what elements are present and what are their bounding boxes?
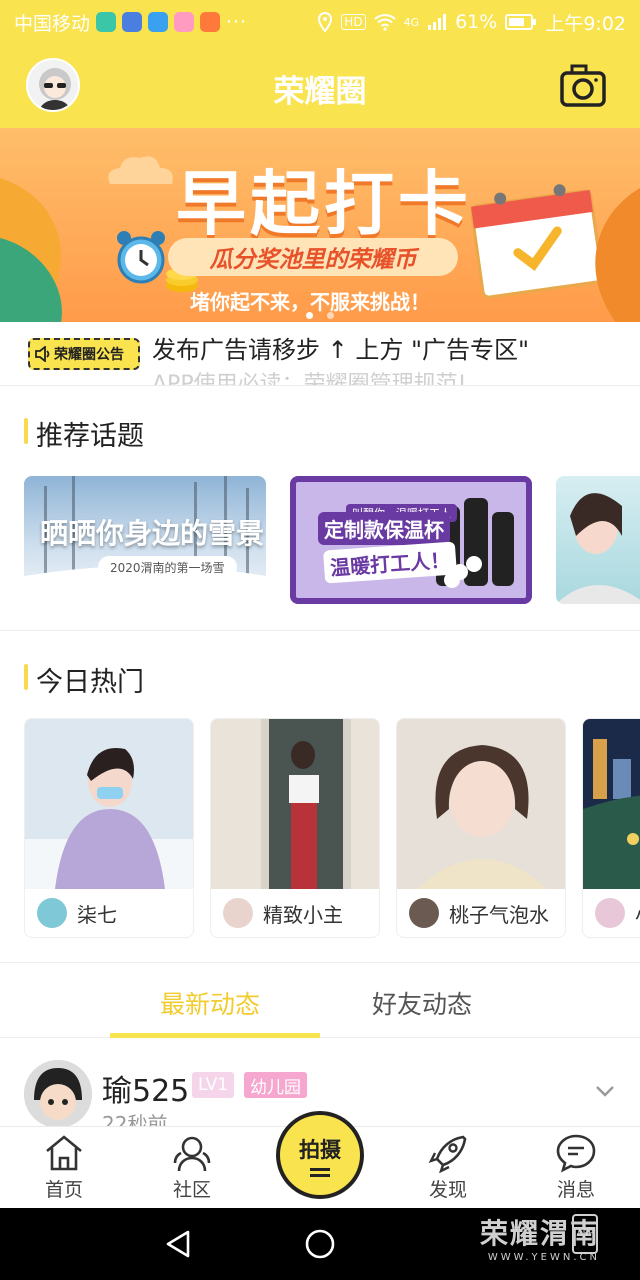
photo-night-city-icon	[583, 719, 640, 889]
topic-card[interactable]: 晒晒你身边的雪景 2020渭南的第一场雪	[24, 476, 266, 604]
hot-card[interactable]: 精致小主	[210, 718, 380, 938]
wifi-icon	[373, 14, 396, 31]
music-notification-icon	[174, 12, 195, 32]
leaf-decoration-icon	[0, 178, 62, 322]
app-notification-icon	[96, 12, 117, 32]
hot-user-avatar	[595, 898, 625, 928]
banner-title: 早起打卡	[176, 163, 472, 245]
banner-subtitle: 瓜分奖池里的荣耀币	[168, 238, 458, 276]
topic-carousel[interactable]: 晒晒你身边的雪景 2020渭南的第一场雪 叫醒你，温暖打工人 定制款保温杯 温暖…	[24, 476, 640, 606]
hot-card[interactable]: 柒七	[24, 718, 194, 938]
hot-card[interactable]: 桃子气泡水	[396, 718, 566, 938]
hot-photo	[25, 719, 193, 889]
rank-badge: 幼儿园	[244, 1072, 307, 1098]
hot-card[interactable]: 小	[582, 718, 640, 938]
page-title: 荣耀圈	[273, 74, 367, 110]
nav-discover-label: 发现	[428, 1179, 467, 1201]
nav-discover[interactable]: 发现	[398, 1127, 498, 1209]
notice-badge-label: 荣耀圈公告	[54, 347, 124, 363]
rocket-icon	[428, 1135, 467, 1174]
nav-home-label: 首页	[44, 1179, 83, 1201]
notice-text: 发布广告请移步 ↑ 上方 "广告专区"	[152, 336, 530, 364]
topic-tag: 2020渭南的第一场雪	[98, 556, 237, 578]
leaf-decoration-icon	[595, 188, 640, 322]
photo-winter-girl-icon	[25, 719, 193, 889]
avatar-cartoon-icon	[24, 1060, 92, 1128]
notice-badge: 荣耀圈公告	[28, 338, 140, 370]
watermark-app-label: APP	[576, 1229, 594, 1239]
signal-icon	[428, 14, 447, 30]
pagination-dot	[326, 312, 334, 319]
camera-button[interactable]	[560, 64, 606, 108]
system-navigation-bar: 荣耀渭南 WWW.YEWN.CN APP	[0, 1208, 640, 1280]
post-author-avatar[interactable]	[24, 1060, 92, 1128]
notice-next-text: APP使用必读：荣耀圈管理规范!	[152, 372, 467, 386]
hot-user-name: 精致小主	[263, 902, 343, 927]
carrier-label: 中国移动	[14, 12, 91, 35]
tab-latest[interactable]: 最新动态	[160, 985, 260, 1021]
hot-user-avatar	[409, 898, 439, 928]
topic-card[interactable]	[556, 476, 640, 604]
app-notification-icon	[122, 12, 143, 32]
hot-user-name: 小	[635, 899, 640, 928]
home-icon	[46, 1135, 82, 1171]
portrait-photo-icon	[556, 493, 640, 604]
shoot-button[interactable]: 拍摄	[276, 1111, 364, 1199]
home-circle-icon[interactable]	[304, 1228, 336, 1260]
tab-friends[interactable]: 好友动态	[372, 985, 472, 1021]
post-author-name[interactable]: 瑜525	[102, 1066, 189, 1110]
more-notifications-icon: ···	[226, 11, 248, 33]
notice-bar[interactable]: 荣耀圈公告 发布广告请移步 ↑ 上方 "广告专区" APP使用必读：荣耀圈管理规…	[0, 322, 640, 386]
speaker-icon	[35, 346, 50, 362]
back-icon[interactable]	[162, 1228, 194, 1260]
battery-percent: 61%	[455, 11, 498, 33]
hot-photo	[397, 719, 565, 889]
hot-user-avatar	[223, 898, 253, 928]
nav-home[interactable]: 首页	[14, 1127, 114, 1209]
battery-icon	[505, 14, 537, 30]
section-title-topics: 推荐话题	[24, 414, 144, 453]
camera-icon	[560, 64, 606, 107]
clock: 上午9:02	[545, 12, 626, 35]
hot-user-avatar	[37, 898, 67, 928]
app-notification-icon	[148, 12, 169, 32]
shoot-lines-icon	[310, 1167, 330, 1177]
photo-portrait-icon	[397, 719, 565, 889]
app-notification-icon	[200, 12, 221, 32]
nav-messages[interactable]: 消息	[526, 1127, 626, 1209]
location-icon	[318, 12, 333, 32]
cloud-decoration-icon	[108, 156, 173, 184]
nav-community-label: 社区	[172, 1179, 211, 1201]
watermark-app-badge: APP	[572, 1214, 598, 1254]
banner-pagination	[0, 304, 640, 322]
topic-card[interactable]: 叫醒你，温暖打工人 定制款保温杯 温暖打工人！	[290, 476, 532, 604]
hot-carousel[interactable]: 柒七 精致小主 桃子气泡水	[24, 718, 640, 940]
post-timestamp: 22秒前	[102, 1112, 168, 1128]
section-title-hot: 今日热门	[24, 660, 144, 699]
hot-photo	[583, 719, 640, 889]
network-label: 4G	[403, 15, 420, 29]
hot-user-name: 桃子气泡水	[449, 902, 549, 927]
level-badge: LV1	[192, 1072, 235, 1098]
hot-photo	[211, 719, 379, 889]
shoot-label: 拍摄	[299, 1137, 341, 1162]
hd-badge: HD	[341, 14, 366, 30]
section-divider	[0, 630, 640, 631]
photo-mirror-selfie-icon	[211, 719, 379, 889]
hot-user-name: 柒七	[77, 902, 117, 927]
feed-tabs: 最新动态 好友动态	[0, 962, 640, 1038]
nav-messages-label: 消息	[556, 1179, 595, 1201]
app-header: 荣耀圈	[0, 44, 640, 128]
bottom-navigation: 首页 社区 拍摄 发现 消息	[0, 1111, 640, 1209]
status-bar: 中国移动 ··· HD 4G 61% 上午9:02	[0, 0, 640, 44]
message-bubble-icon	[556, 1134, 596, 1173]
topic-title: 晒晒你身边的雪景	[40, 517, 265, 550]
promo-banner[interactable]: 早起打卡 瓜分奖池里的荣耀币 堵你起不来，不服来挑战！	[0, 128, 640, 322]
topic-title: 定制款保温杯	[318, 512, 450, 545]
community-icon	[173, 1136, 211, 1172]
nav-community[interactable]: 社区	[142, 1127, 242, 1209]
pagination-dot	[306, 312, 314, 319]
chevron-down-icon[interactable]	[594, 1080, 616, 1102]
